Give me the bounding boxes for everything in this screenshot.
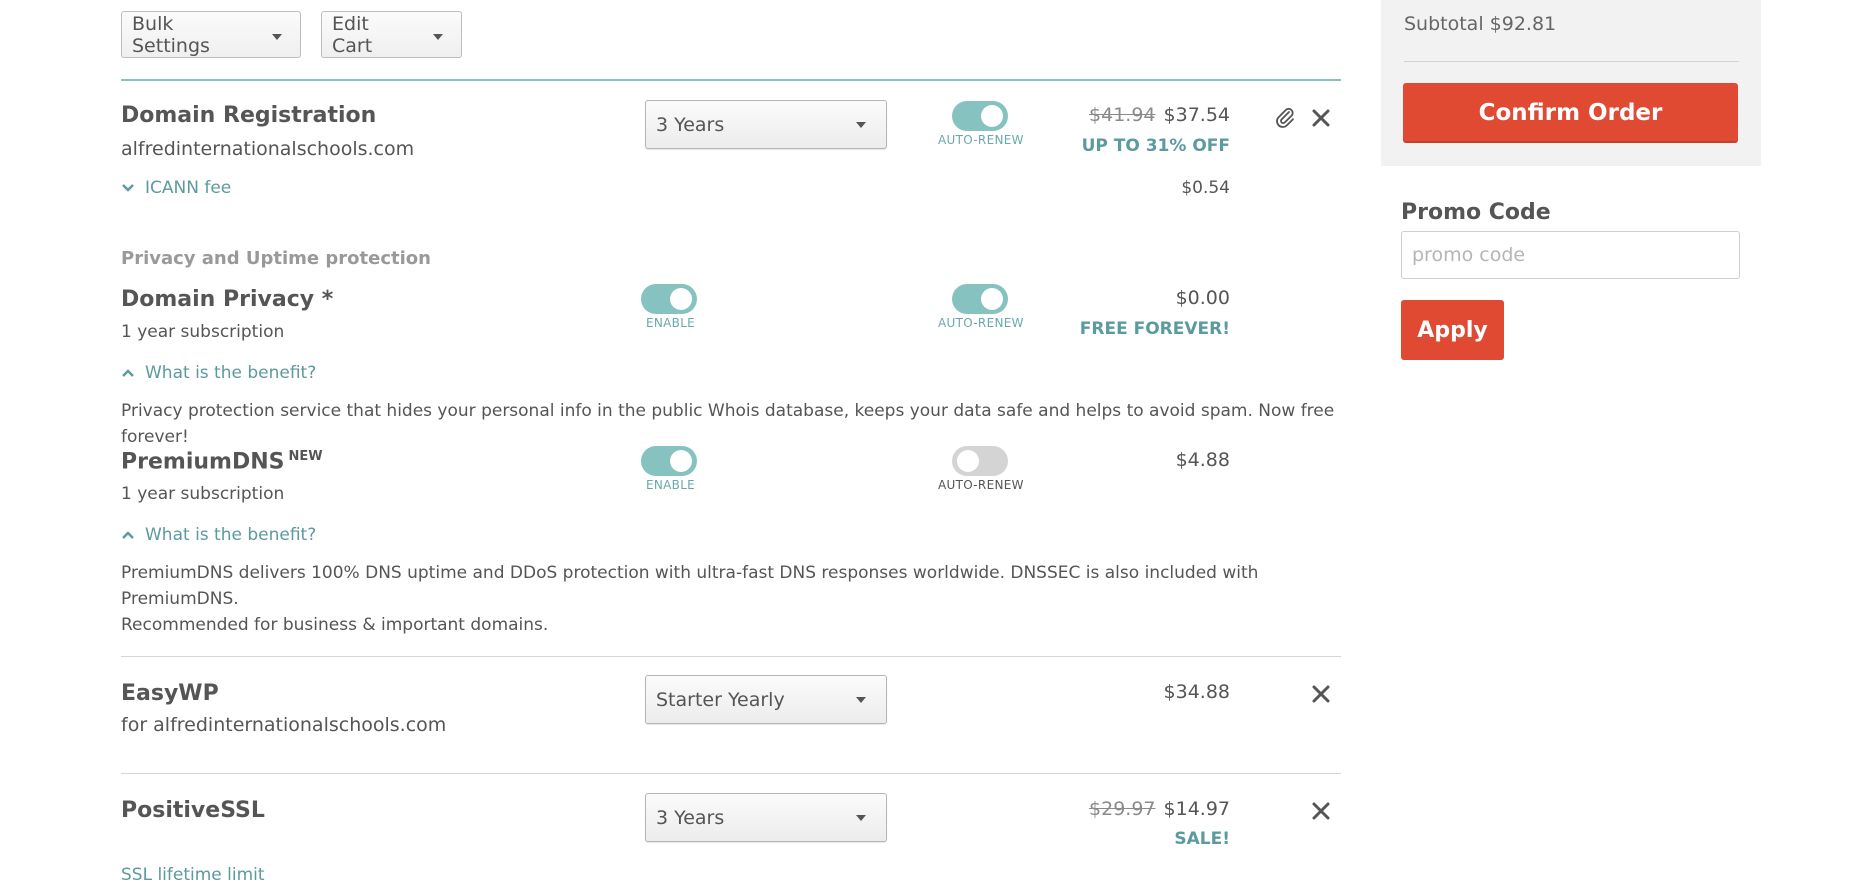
caret-down-icon (433, 34, 443, 40)
premiumdns-title: PremiumDNS NEW (121, 449, 323, 474)
domain-privacy-enable-label: ENABLE (646, 316, 696, 330)
domain-name: alfredinternationalschools.com (121, 138, 415, 160)
registration-term-value: 3 Years (656, 113, 725, 136)
confirm-order-button[interactable]: Confirm Order (1403, 83, 1738, 143)
bulk-settings-label: Bulk Settings (132, 12, 210, 57)
domain-privacy-enable-toggle[interactable] (641, 284, 697, 314)
ssl-new-price: $14.97 (1163, 798, 1230, 820)
domain-registration-title: Domain Registration (121, 103, 377, 128)
ssl-term-value: 3 Years (656, 806, 725, 829)
icann-fee-toggle[interactable]: ICANN fee (121, 178, 231, 198)
new-badge: NEW (288, 449, 323, 464)
ssl-term-select[interactable]: 3 Years (645, 793, 887, 842)
domain-new-price: $37.54 (1163, 104, 1230, 126)
ssl-lifetime-limit-label: SSL lifetime limit (121, 865, 265, 885)
icann-fee-price: $0.54 (1181, 178, 1230, 198)
domain-privacy-title: Domain Privacy * (121, 287, 334, 312)
caret-down-icon (856, 697, 866, 703)
domain-old-price: $41.94 (1089, 104, 1156, 126)
domain-auto-renew-label: AUTO-RENEW (938, 133, 1024, 147)
domain-price: $41.94 $37.54 (1089, 104, 1230, 126)
easywp-title: EasyWP (121, 681, 219, 706)
premiumdns-auto-renew-toggle[interactable] (952, 446, 1008, 476)
apply-promo-button[interactable]: Apply (1401, 300, 1504, 360)
premiumdns-description-line2: Recommended for business & important dom… (121, 615, 549, 635)
summary-divider (1404, 61, 1739, 62)
premiumdns-auto-renew-label: AUTO-RENEW (938, 478, 1024, 492)
domain-privacy-benefit-label: What is the benefit? (145, 363, 317, 383)
domain-privacy-auto-renew-label: AUTO-RENEW (938, 316, 1024, 330)
easywp-plan-value: Starter Yearly (656, 688, 785, 711)
chevron-up-icon (122, 531, 134, 539)
paperclip-icon[interactable] (1273, 106, 1297, 130)
ssl-price: $29.97 $14.97 (1089, 798, 1230, 820)
easywp-plan-select[interactable]: Starter Yearly (645, 675, 887, 724)
remove-ssl-icon[interactable] (1310, 800, 1332, 822)
premiumdns-description: PremiumDNS delivers 100% DNS uptime and … (121, 560, 1361, 638)
cart-top-divider (121, 79, 1341, 81)
premiumdns-benefit-toggle[interactable]: What is the benefit? (121, 525, 316, 545)
premiumdns-name: PremiumDNS (121, 449, 285, 475)
premiumdns-subtitle: 1 year subscription (121, 484, 285, 504)
bulk-settings-dropdown[interactable]: Bulk Settings (121, 11, 301, 58)
premiumdns-description-line1: PremiumDNS delivers 100% DNS uptime and … (121, 563, 1259, 609)
icann-fee-label: ICANN fee (145, 178, 232, 198)
domain-privacy-benefit-toggle[interactable]: What is the benefit? (121, 363, 316, 383)
edit-cart-label: Edit Cart (332, 12, 373, 57)
divider (121, 773, 1341, 774)
caret-down-icon (272, 34, 282, 40)
positivessl-title: PositiveSSL (121, 798, 265, 823)
domain-auto-renew-toggle[interactable] (952, 101, 1008, 131)
subtotal: Subtotal $92.81 (1404, 13, 1557, 35)
caret-down-icon (856, 815, 866, 821)
domain-discount-badge: UP TO 31% OFF (1081, 136, 1230, 156)
domain-privacy-subtitle: 1 year subscription (121, 322, 285, 342)
edit-cart-dropdown[interactable]: Edit Cart (321, 11, 462, 58)
premiumdns-benefit-label: What is the benefit? (145, 525, 317, 545)
promo-code-label: Promo Code (1401, 200, 1551, 225)
easywp-price: $34.88 (1163, 681, 1230, 703)
promo-code-input[interactable] (1401, 231, 1740, 279)
premiumdns-enable-label: ENABLE (646, 478, 696, 492)
chevron-down-icon (122, 184, 134, 192)
domain-privacy-auto-renew-toggle[interactable] (952, 284, 1008, 314)
domain-privacy-deal: FREE FOREVER! (1079, 319, 1230, 339)
registration-term-select[interactable]: 3 Years (645, 100, 887, 149)
chevron-up-icon (122, 369, 134, 377)
remove-easywp-icon[interactable] (1310, 683, 1332, 705)
domain-privacy-price: $0.00 (1175, 287, 1230, 309)
caret-down-icon (856, 122, 866, 128)
privacy-section-heading: Privacy and Uptime protection (121, 248, 431, 269)
easywp-subtitle: for alfredinternationalschools.com (121, 714, 447, 736)
remove-domain-icon[interactable] (1310, 107, 1332, 129)
domain-privacy-description: Privacy protection service that hides yo… (121, 401, 1335, 447)
ssl-old-price: $29.97 (1089, 798, 1156, 820)
premiumdns-enable-toggle[interactable] (641, 446, 697, 476)
ssl-lifetime-limit-link[interactable]: SSL lifetime limit (121, 865, 265, 885)
premiumdns-price: $4.88 (1175, 449, 1230, 471)
divider (121, 656, 1341, 657)
ssl-sale-badge: SALE! (1174, 829, 1230, 849)
